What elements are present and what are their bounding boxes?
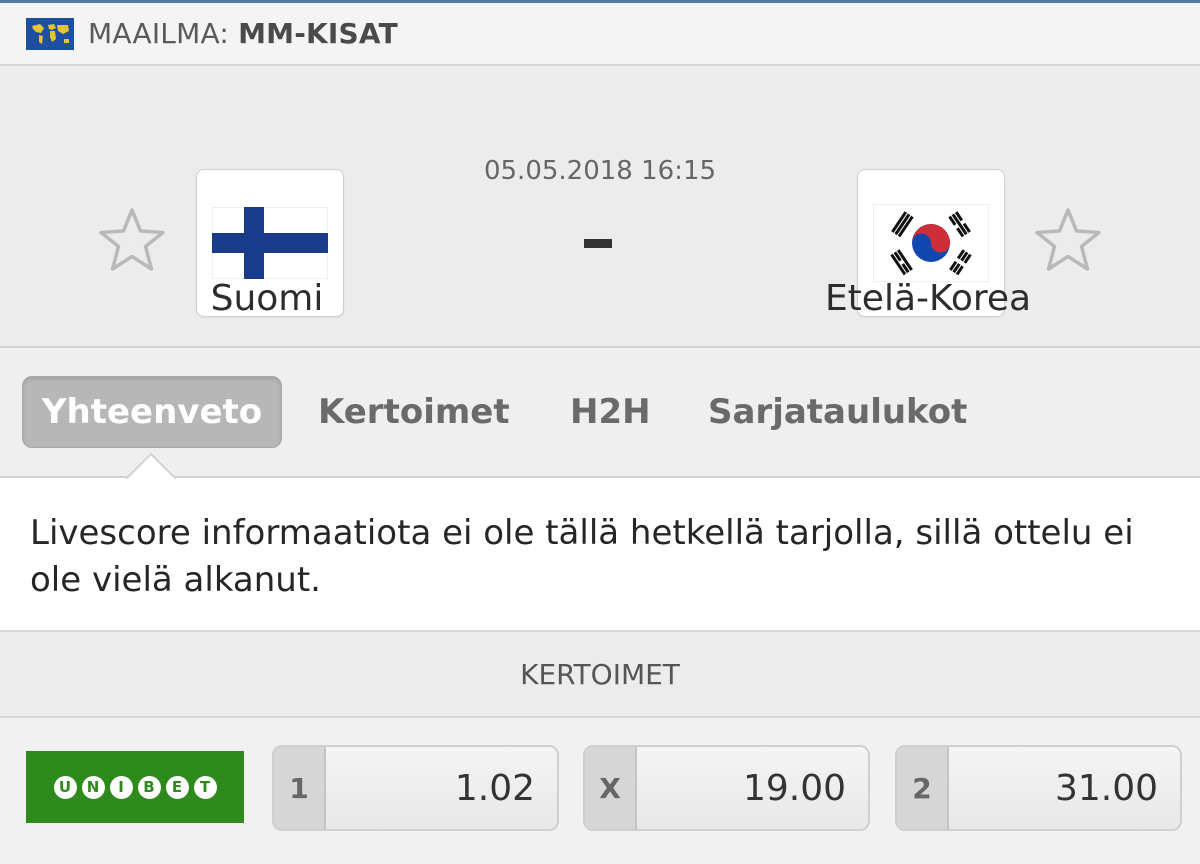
info-panel: Livescore informaatiota ei ole tällä het… [0,478,1200,632]
home-team-name[interactable]: Suomi [117,278,417,319]
tab-h2h[interactable]: H2H [570,376,651,448]
unibet-logo-letter: B [137,775,161,799]
match-score [584,239,612,248]
odds-label: X [585,747,637,829]
unibet-logo-letter: T [193,775,217,799]
tab-kertoimet[interactable]: Kertoimet [318,376,510,448]
odds-button-draw[interactable]: X 19.00 [583,745,870,831]
odds-label: 2 [897,747,949,829]
odds-section-header: KERTOIMET [0,632,1200,718]
unibet-logo-letter: E [165,775,189,799]
finland-flag-icon [212,207,328,279]
breadcrumb-competition: MM-KISAT [238,17,398,50]
odds-value: 1.02 [326,747,557,829]
breadcrumb-text: MAAILMA: MM-KISAT [88,17,398,50]
match-datetime: 05.05.2018 16:15 [483,156,717,186]
unibet-logo-letter: I [109,775,133,799]
favorite-star-icon[interactable] [96,204,168,276]
livescore-message: Livescore informaatiota ei ole tällä het… [30,513,1134,600]
world-map-icon [26,17,74,50]
odds-label: 1 [274,747,326,829]
odds-value: 19.00 [637,747,868,829]
unibet-logo[interactable]: U N I B E T [26,751,244,823]
odds-row: U N I B E T 1 1.02 X 19.00 2 31.00 [0,718,1200,864]
away-team-name[interactable]: Etelä-Korea [778,278,1078,319]
unibet-logo-letter: N [81,775,105,799]
breadcrumb[interactable]: MAAILMA: MM-KISAT [0,3,1200,66]
tab-yhteenveto[interactable]: Yhteenveto [22,376,282,448]
match-header: 05.05.2018 16:15 Suomi Etelä-Korea [0,66,1200,348]
tab-bar: Yhteenveto Kertoimet H2H Sarjataulukot [0,350,1200,478]
odds-value: 31.00 [949,747,1180,829]
odds-button-home[interactable]: 1 1.02 [272,745,559,831]
odds-button-away[interactable]: 2 31.00 [895,745,1182,831]
south-korea-flag-icon [873,204,989,282]
favorite-star-icon[interactable] [1032,204,1104,276]
tab-sarjataulukot[interactable]: Sarjataulukot [708,376,967,448]
breadcrumb-region: MAAILMA: [88,17,229,50]
unibet-logo-letter: U [53,775,77,799]
